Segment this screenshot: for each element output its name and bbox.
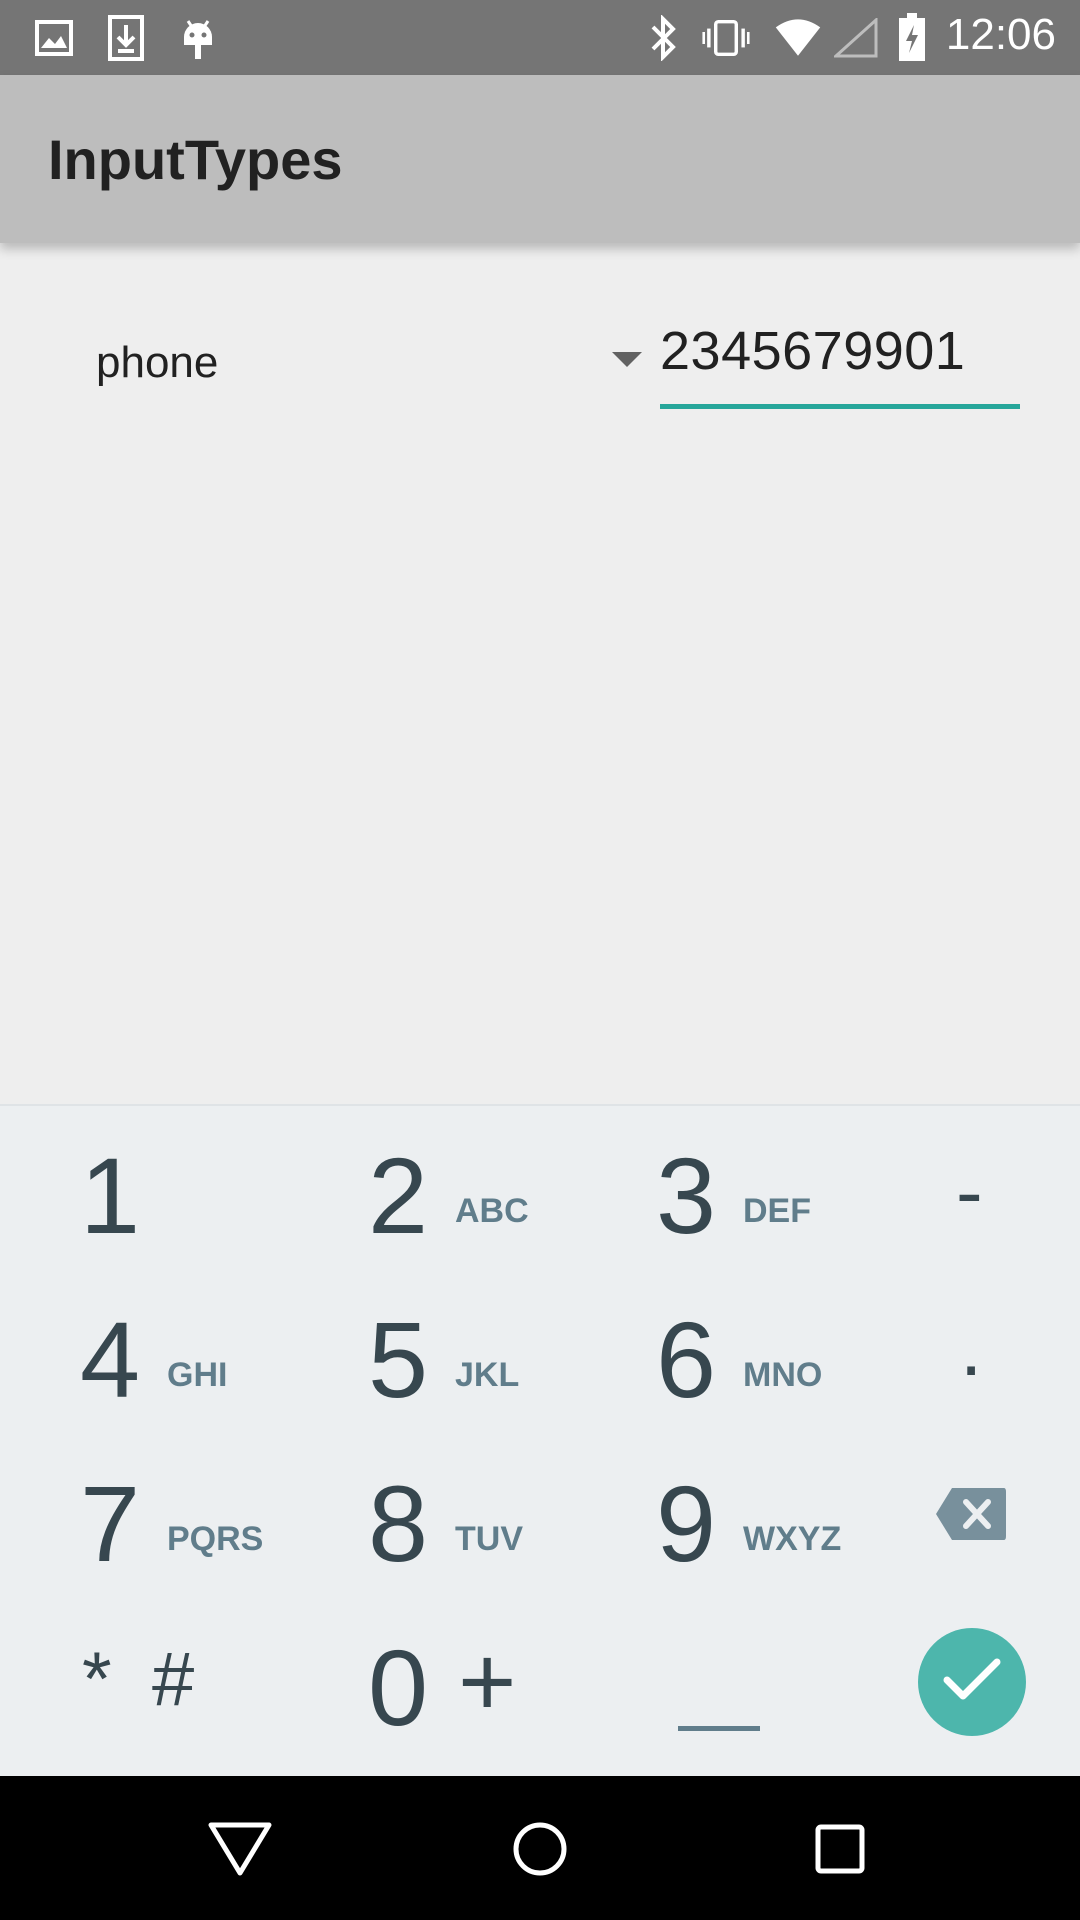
phone-input[interactable]: 2345679901 <box>660 318 1020 414</box>
home-icon[interactable] <box>495 1804 585 1894</box>
space-icon <box>678 1726 760 1731</box>
key-1[interactable]: 1 <box>0 1104 270 1268</box>
key-digit: 2 <box>368 1135 429 1256</box>
space-key[interactable] <box>540 1596 810 1760</box>
recents-icon[interactable] <box>795 1804 885 1894</box>
key-symbol: + <box>458 1626 517 1738</box>
key-digit: 3 <box>656 1135 717 1256</box>
key-symbol: * <box>82 1637 112 1722</box>
key-digit: 1 <box>80 1135 141 1256</box>
key-3[interactable]: 3 DEF <box>540 1104 811 1268</box>
key-star-hash[interactable]: * # <box>0 1596 270 1760</box>
check-icon <box>943 1658 1001 1707</box>
vibrate-icon <box>702 14 750 62</box>
app-title: InputTypes <box>48 128 343 191</box>
key-digit: 5 <box>368 1299 429 1420</box>
image-icon <box>30 14 78 62</box>
download-icon <box>102 14 150 62</box>
status-bar: 12:06 <box>0 0 1080 75</box>
bluetooth-icon <box>640 14 688 62</box>
app-bar: InputTypes <box>0 75 1080 243</box>
wifi-icon <box>774 14 822 62</box>
backspace-key[interactable] <box>810 1432 1080 1596</box>
key-0[interactable]: 0 + <box>270 1596 540 1760</box>
key-4[interactable]: 4 GHI <box>0 1268 270 1432</box>
back-icon[interactable] <box>195 1804 285 1894</box>
key-symbol: . <box>960 1303 983 1392</box>
key-digit: 9 <box>656 1463 717 1584</box>
key-2[interactable]: 2 ABC <box>270 1104 540 1268</box>
input-type-spinner[interactable]: phone <box>72 320 642 410</box>
key-8[interactable]: 8 TUV <box>270 1432 540 1596</box>
input-underline <box>660 404 1020 409</box>
enter-button[interactable] <box>918 1628 1026 1736</box>
key-symbol: - <box>956 1147 983 1236</box>
key-6[interactable]: 6 MNO <box>540 1268 822 1432</box>
key-letters: JKL <box>455 1356 520 1394</box>
backspace-icon <box>934 1486 1008 1547</box>
spinner-value: phone <box>96 338 219 387</box>
key-letters: DEF <box>743 1192 811 1230</box>
key-digit: 4 <box>80 1299 141 1420</box>
key-9[interactable]: 9 WXYZ <box>540 1432 841 1596</box>
dropdown-arrow-icon <box>612 352 642 367</box>
key-digit: 8 <box>368 1463 429 1584</box>
key-letters: ABC <box>455 1192 529 1230</box>
key-letters: TUV <box>455 1520 523 1558</box>
android-icon <box>174 14 222 62</box>
key-symbol: # <box>152 1637 195 1722</box>
key-digit: 0 <box>368 1627 429 1748</box>
phone-input-value: 2345679901 <box>660 321 966 381</box>
key-dash[interactable]: - <box>810 1104 1080 1268</box>
key-digit: 6 <box>656 1299 717 1420</box>
key-5[interactable]: 5 JKL <box>270 1268 540 1432</box>
clock: 12:06 <box>945 10 1056 59</box>
key-digit: 7 <box>80 1463 141 1584</box>
signal-icon <box>832 14 880 62</box>
key-dot[interactable]: . <box>810 1268 1080 1432</box>
navigation-bar <box>0 1776 1080 1920</box>
key-letters: PQRS <box>167 1520 264 1558</box>
battery-charging-icon <box>888 13 936 62</box>
key-7[interactable]: 7 PQRS <box>0 1432 270 1596</box>
key-letters: GHI <box>167 1356 228 1394</box>
